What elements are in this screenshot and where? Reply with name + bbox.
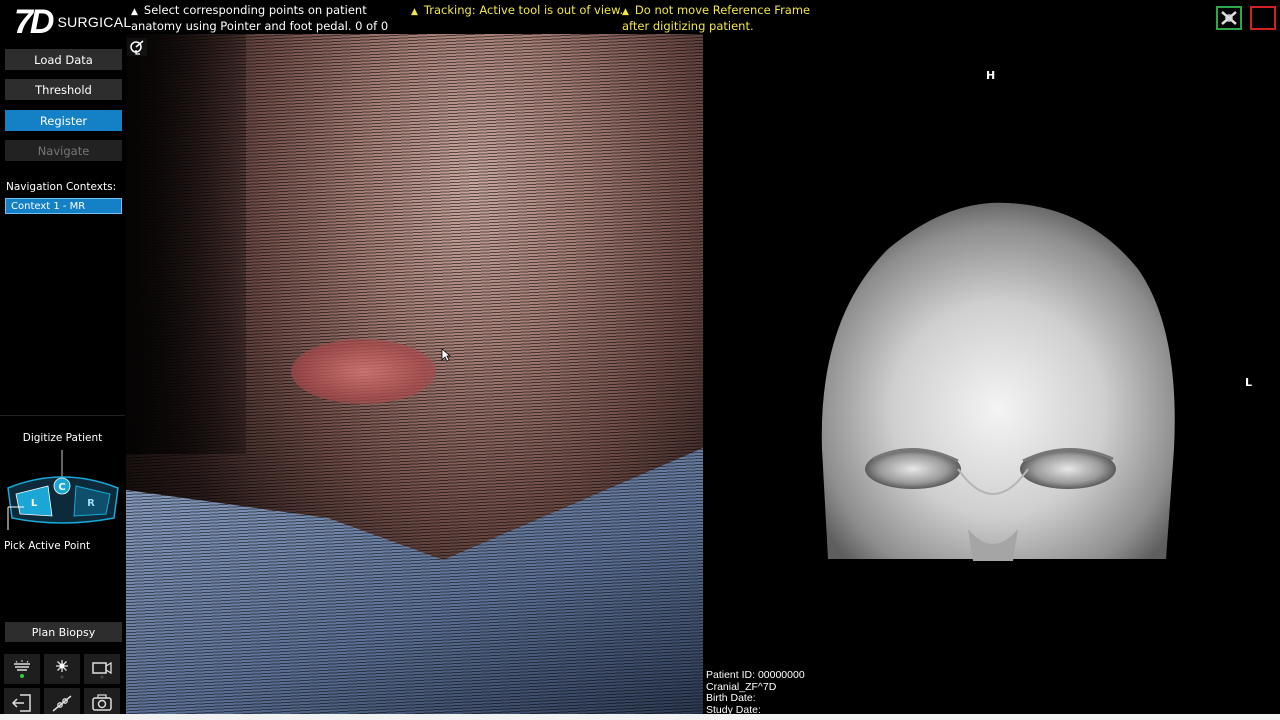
top-bar: 7D SURGICAL ▲ Select corresponding points… bbox=[0, 0, 1280, 47]
pedal-right-label: R bbox=[87, 498, 95, 509]
bottom-border bbox=[0, 714, 1280, 720]
birth-date: Birth Date: bbox=[706, 692, 756, 704]
reference-frame-warning: ▲ Do not move Reference Frame after digit… bbox=[622, 3, 822, 33]
navigate-button[interactable]: Navigate bbox=[5, 140, 122, 161]
tracking-warning: ▲ Tracking: Active tool is out of view. bbox=[411, 3, 623, 19]
orientation-right-label: L bbox=[1245, 376, 1253, 389]
sidebar: Load Data Threshold Register Navigate Na… bbox=[0, 34, 125, 720]
scan-hair-region bbox=[126, 34, 246, 454]
stop-status-icon[interactable] bbox=[1250, 6, 1276, 30]
plan-biopsy-button[interactable]: Plan Biopsy bbox=[5, 622, 122, 642]
model-view[interactable]: H L Patient ID: 00000000 Cranial_ZF^7D B… bbox=[703, 34, 1280, 716]
logo-word: SURGICAL bbox=[57, 14, 132, 30]
navigation-context-item[interactable]: Context 1 - MR bbox=[5, 198, 122, 214]
orientation-top-label: H bbox=[986, 69, 996, 82]
light-icon[interactable] bbox=[4, 654, 40, 684]
patient-info: Patient ID: 00000000 Cranial_ZF^7D Birth… bbox=[706, 669, 805, 716]
laser-icon[interactable] bbox=[44, 654, 80, 684]
info-triangle-icon: ▲ bbox=[131, 7, 138, 17]
digitize-patient-label: Digitize Patient bbox=[22, 432, 103, 444]
tracking-status-icon[interactable] bbox=[1216, 6, 1242, 30]
pedal-left-label: L bbox=[31, 498, 38, 509]
warning-icon: ▲ bbox=[411, 7, 418, 17]
navigation-contexts-label: Navigation Contexts: bbox=[6, 181, 117, 193]
patient-id: Patient ID: 00000000 bbox=[706, 669, 805, 681]
video-icon[interactable] bbox=[84, 654, 120, 684]
scan-lips-region bbox=[291, 339, 436, 404]
warning-icon: ▲ bbox=[622, 7, 629, 17]
load-data-button[interactable]: Load Data bbox=[5, 49, 122, 70]
scan-shirt-region bbox=[126, 448, 703, 714]
pointer-mode-icon[interactable] bbox=[127, 38, 147, 56]
register-button[interactable]: Register bbox=[5, 110, 122, 131]
reference-frame-warning-text: Do not move Reference Frame after digiti… bbox=[622, 3, 811, 33]
foot-pedal-diagram: C L R bbox=[7, 450, 119, 530]
pedal-center-label: C bbox=[58, 482, 65, 493]
threshold-button[interactable]: Threshold bbox=[5, 79, 122, 100]
head-3d-model bbox=[821, 202, 1175, 561]
divider bbox=[0, 415, 125, 416]
mouse-cursor-icon bbox=[441, 348, 451, 362]
pick-active-point-label: Pick Active Point bbox=[4, 540, 91, 552]
surface-scan-view[interactable] bbox=[126, 34, 703, 714]
tracking-warning-text: Tracking: Active tool is out of view. bbox=[423, 3, 624, 17]
